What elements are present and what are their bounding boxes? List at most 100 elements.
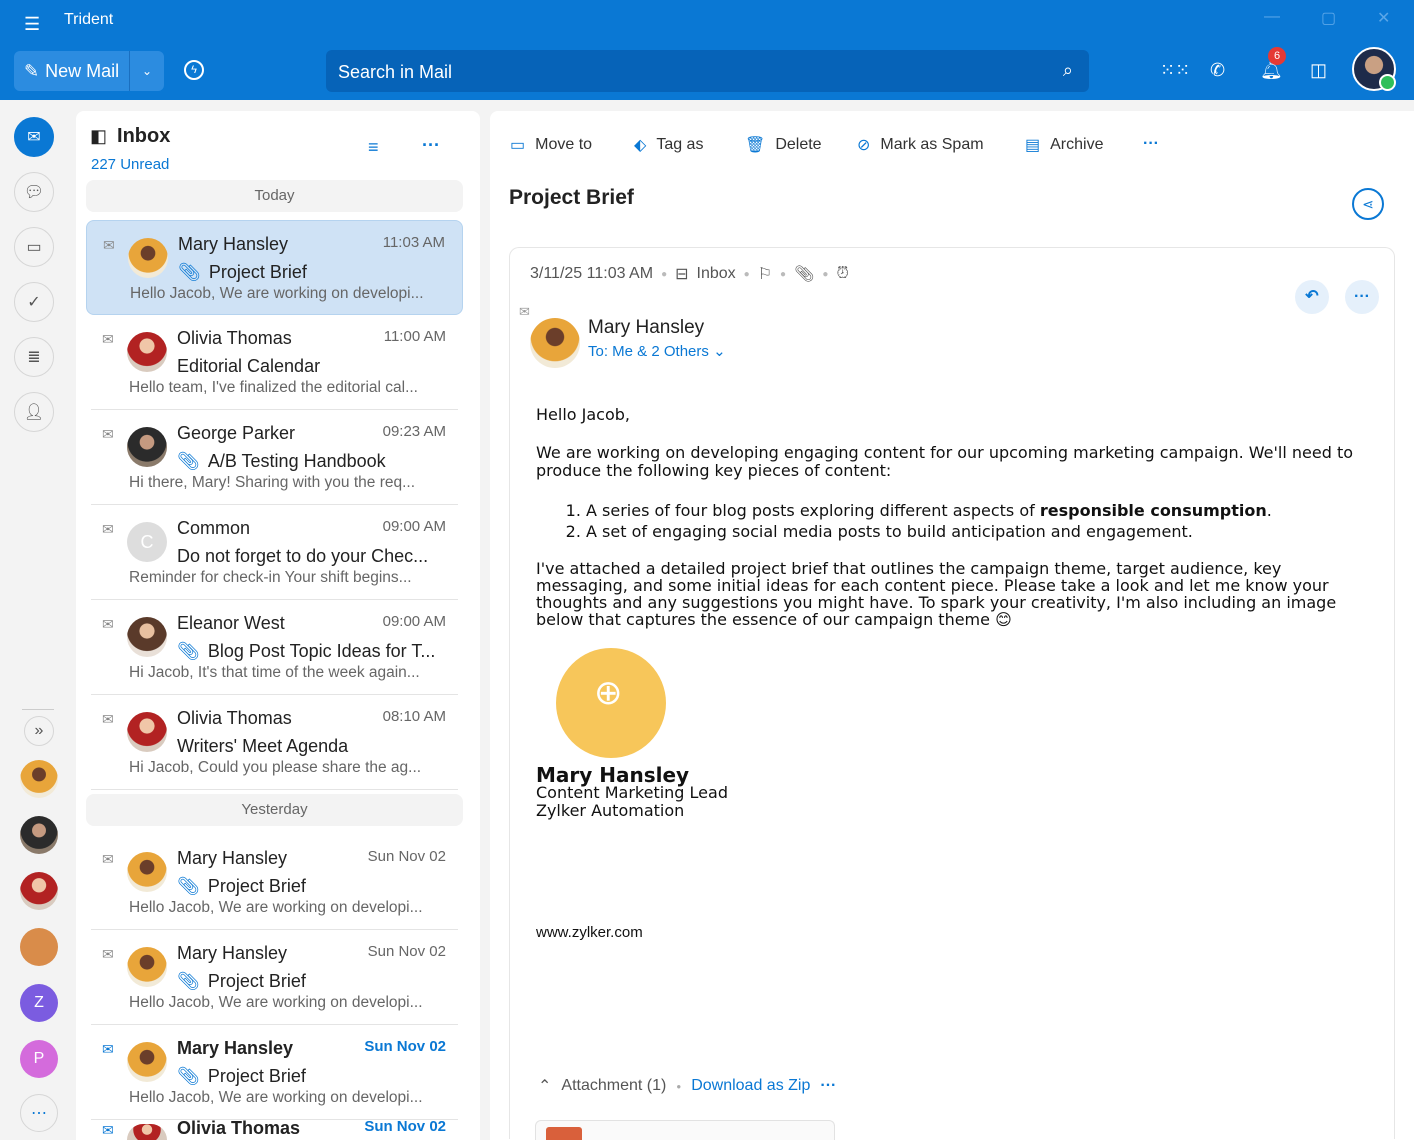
delete-label: Delete bbox=[775, 136, 822, 153]
mail-folder[interactable]: Inbox bbox=[697, 265, 736, 283]
envelope-icon[interactable]: ✉ bbox=[102, 1041, 114, 1058]
campaign-image[interactable]: ⊕ bbox=[556, 648, 666, 758]
minimize-button[interactable]: — bbox=[1264, 8, 1280, 26]
read-status-icon[interactable]: ✉ bbox=[519, 304, 530, 320]
mail-preview: Hi Jacob, It's that time of the week aga… bbox=[129, 664, 420, 681]
chevron-down-icon[interactable]: ⌄ bbox=[130, 64, 164, 78]
reminder-icon[interactable]: ⏰︎ bbox=[836, 265, 848, 283]
more-options-icon[interactable]: ··· bbox=[422, 135, 440, 156]
group-avatar[interactable] bbox=[20, 928, 58, 966]
more-icon[interactable]: ··· bbox=[1345, 280, 1379, 314]
filter-icon[interactable]: ≡ bbox=[368, 137, 379, 158]
archive-button[interactable]: ▤ Archive bbox=[1025, 135, 1103, 155]
website-link[interactable]: www.zylker.com bbox=[536, 924, 1356, 942]
search-input[interactable]: Search in Mail ⌕ bbox=[326, 50, 1089, 92]
contact-avatar-z[interactable]: Z bbox=[20, 984, 58, 1022]
menu-icon[interactable]: ☰ bbox=[24, 14, 40, 35]
greeting: Hello Jacob, bbox=[536, 405, 630, 424]
share-icon[interactable]: ⋖ bbox=[1352, 188, 1384, 220]
notes-icon[interactable]: ≣ bbox=[14, 337, 54, 377]
tasks-icon[interactable]: ✓ bbox=[14, 282, 54, 322]
maximize-button[interactable]: ▢ bbox=[1321, 8, 1336, 28]
mail-list-item[interactable]: ✉ C Common 09:00 AM Do not forget to do … bbox=[86, 505, 463, 600]
sender-name: Olivia Thomas bbox=[177, 708, 292, 728]
chevron-up-icon[interactable]: ⌃ bbox=[538, 1076, 551, 1096]
envelope-icon[interactable]: ✉ bbox=[102, 1122, 114, 1139]
sender-avatar bbox=[128, 238, 168, 278]
mail-list-panel: ◧ Inbox 227 Unread ≡ ··· Today Yesterday … bbox=[76, 111, 480, 1140]
sender-avatar bbox=[127, 332, 167, 372]
mail-list-item[interactable]: ✉ Mary Hansley Sun Nov 02 📎︎ Project Brie… bbox=[86, 1025, 463, 1120]
envelope-icon[interactable]: ✉ bbox=[102, 946, 114, 963]
title-bar: ☰ Trident — ▢ ✕ ✎ New Mail ⌄ ϟ Search in … bbox=[0, 0, 1414, 100]
signature-role: Content Marketing Lead bbox=[536, 783, 728, 802]
mail-icon[interactable]: ✉ bbox=[14, 117, 54, 157]
chevron-down-icon: ⌄ bbox=[713, 343, 726, 360]
contact-avatar[interactable] bbox=[20, 872, 58, 910]
envelope-icon[interactable]: ✉ bbox=[102, 851, 114, 868]
chat-icon[interactable]: 💬︎ bbox=[14, 172, 54, 212]
search-icon[interactable]: ⌕ bbox=[1063, 60, 1073, 81]
mail-list-item[interactable]: ✉ Olivia Thomas 08:10 AM Writers' Meet A… bbox=[86, 695, 463, 790]
contact-avatar-p[interactable]: P bbox=[20, 1040, 58, 1078]
spam-label: Mark as Spam bbox=[880, 136, 984, 153]
apps-grid-icon[interactable]: ⁙⁙ bbox=[1160, 60, 1190, 81]
close-button[interactable]: ✕ bbox=[1377, 8, 1390, 28]
contacts-icon[interactable]: 👤︎ bbox=[14, 392, 54, 432]
list-item: A set of engaging social media posts to … bbox=[586, 521, 1356, 542]
contact-avatar[interactable] bbox=[20, 760, 58, 798]
more-actions-icon[interactable]: ··· bbox=[1143, 135, 1159, 153]
envelope-icon[interactable]: ✉ bbox=[102, 426, 114, 443]
mail-preview: Hello Jacob, We are working on developi.… bbox=[129, 994, 423, 1011]
attachment-icon: 📎︎ bbox=[177, 641, 200, 661]
download-zip-link[interactable]: Download as Zip bbox=[691, 1077, 810, 1095]
attachment-icon[interactable]: 📎︎ bbox=[794, 264, 814, 284]
move-to-button[interactable]: ▭ Move to bbox=[510, 135, 592, 155]
user-avatar[interactable] bbox=[1352, 47, 1396, 91]
folder-pane-icon[interactable]: ◧ bbox=[90, 126, 107, 147]
mail-list-item[interactable]: ✉ Mary Hansley Sun Nov 02 📎︎ Project Brie… bbox=[86, 835, 463, 930]
chat-bubble-icon[interactable]: ⋯ bbox=[20, 1094, 58, 1132]
sender-name[interactable]: Mary Hansley bbox=[588, 317, 704, 339]
sender-avatar bbox=[127, 947, 167, 987]
calendar-icon[interactable]: ▭ bbox=[14, 227, 54, 267]
contact-avatar[interactable] bbox=[20, 816, 58, 854]
folder-icon: ▭ bbox=[510, 137, 526, 154]
attachment-count[interactable]: Attachment (1) bbox=[561, 1077, 666, 1095]
sender-name: Mary Hansley bbox=[178, 234, 289, 254]
mail-list-item[interactable]: ✉ Mary Hansley Sun Nov 02 📎︎ Project Brie… bbox=[86, 930, 463, 1025]
delete-button[interactable]: 🗑︎ Delete bbox=[745, 135, 822, 155]
envelope-icon[interactable]: ✉ bbox=[102, 616, 114, 633]
reading-pane: ▭ Move to ⬖ Tag as 🗑︎ Delete ⊘ Mark as Spam … bbox=[490, 111, 1414, 1140]
quick-actions-icon[interactable]: ϟ bbox=[184, 60, 204, 80]
recipients-toggle[interactable]: To: Me & 2 Others ⌄ bbox=[588, 342, 726, 360]
app-title: Trident bbox=[64, 11, 114, 28]
tag-as-button[interactable]: ⬖ Tag as bbox=[634, 135, 703, 155]
expand-icon[interactable]: » bbox=[24, 716, 54, 746]
text: A series of four blog posts exploring di… bbox=[586, 501, 1040, 520]
mark-as-spam-button[interactable]: ⊘ Mark as Spam bbox=[857, 135, 984, 155]
mail-list-item[interactable]: ✉ Eleanor West 09:00 AM 📎︎ Blog Post Topi… bbox=[86, 600, 463, 695]
flag-icon[interactable]: ⚐ bbox=[758, 264, 772, 284]
new-mail-button[interactable]: ✎ New Mail ⌄ bbox=[14, 51, 164, 91]
mail-list-item[interactable]: ✉ Olivia Thomas 11:00 AM Editorial Calen… bbox=[86, 315, 463, 410]
new-mail-label: New Mail bbox=[45, 60, 120, 81]
bold-text: responsible consumption bbox=[1039, 501, 1267, 520]
reply-icon[interactable]: ↶ bbox=[1295, 280, 1329, 314]
sender-name: George Parker bbox=[177, 423, 296, 443]
mail-list-item[interactable]: ✉ Olivia Thomas Sun Nov 02 bbox=[86, 1116, 463, 1140]
mail-list-item[interactable]: ✉ George Parker 09:23 AM 📎︎ A/B Testing H… bbox=[86, 410, 463, 505]
envelope-icon[interactable]: ✉ bbox=[103, 237, 115, 254]
mail-list-item[interactable]: ✉ Mary Hansley 11:03 AM 📎︎ Project Brief … bbox=[86, 220, 463, 315]
phone-icon[interactable]: ✆ bbox=[1210, 60, 1225, 81]
unread-count[interactable]: 227 Unread bbox=[91, 156, 169, 173]
mail-time: 09:23 AM bbox=[382, 423, 446, 440]
envelope-icon[interactable]: ✉ bbox=[102, 521, 114, 538]
attachment-more-icon[interactable]: ··· bbox=[820, 1077, 836, 1095]
attachment-file[interactable] bbox=[535, 1120, 835, 1140]
envelope-icon[interactable]: ✉ bbox=[102, 331, 114, 348]
envelope-icon[interactable]: ✉ bbox=[102, 711, 114, 728]
group-header-yesterday: Yesterday bbox=[86, 794, 463, 826]
panel-toggle-icon[interactable]: ◫ bbox=[1310, 60, 1327, 81]
notification-badge: 6 bbox=[1268, 47, 1286, 65]
